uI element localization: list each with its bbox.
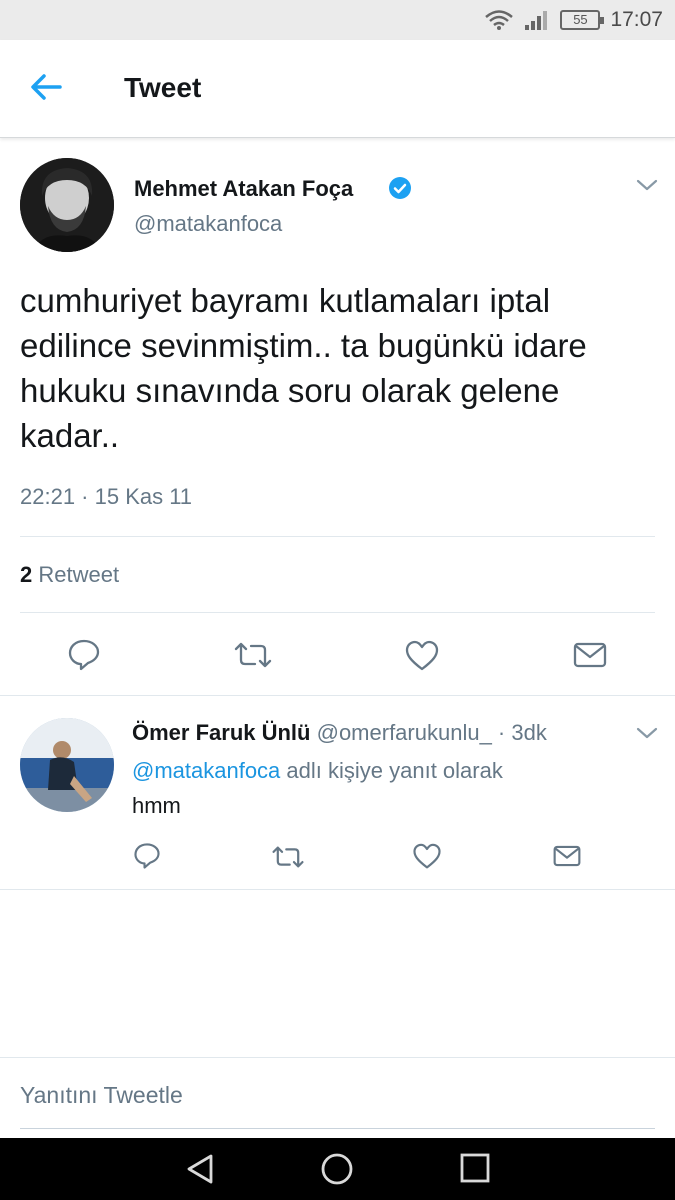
reply-text: hmm	[132, 793, 181, 818]
chevron-down-icon[interactable]	[636, 726, 658, 740]
reply-compose-input[interactable]: Yanıtını Tweetle	[20, 1082, 654, 1109]
reply-mention-link[interactable]: @matakanfoca	[132, 758, 280, 783]
reply-icon[interactable]	[133, 842, 161, 870]
retweet-count-row[interactable]: 2 Retweet	[20, 562, 119, 588]
reply-context: @matakanfoca adlı kişiye yanıt olarak	[132, 758, 503, 784]
divider	[20, 536, 655, 537]
battery-level: 55	[573, 12, 588, 27]
avatar-photo-icon	[20, 158, 114, 252]
arrow-left-icon	[31, 74, 62, 100]
reply-header: Ömer Faruk Ünlü @omerfarukunlu_ · 3dk	[132, 720, 547, 746]
message-icon[interactable]	[553, 845, 581, 867]
home-circle-icon[interactable]	[320, 1152, 354, 1186]
divider	[0, 1057, 675, 1058]
like-icon[interactable]	[412, 843, 442, 870]
author-avatar[interactable]	[20, 158, 114, 252]
retweet-label: Retweet	[38, 562, 120, 587]
retweet-icon[interactable]	[271, 844, 305, 870]
status-time: 17:07	[610, 8, 663, 31]
verified-badge-icon	[389, 177, 411, 199]
author-handle[interactable]: @matakanfoca	[134, 211, 282, 237]
reply-icon[interactable]	[67, 638, 101, 672]
reply-avatar[interactable]	[20, 718, 114, 812]
chevron-down-icon[interactable]	[636, 178, 658, 192]
divider	[0, 695, 675, 696]
page-title: Tweet	[124, 72, 202, 103]
reply-context-text: adlı kişiye yanıt olarak	[286, 758, 503, 783]
signal-icon	[525, 11, 548, 30]
retweet-icon[interactable]	[233, 640, 273, 670]
top-header: Tweet	[0, 40, 675, 138]
battery-icon: 55	[560, 10, 605, 30]
reply-meta: @omerfarukunlu_ · 3dk	[316, 720, 547, 745]
retweet-count: 2	[20, 562, 33, 587]
back-triangle-icon[interactable]	[183, 1152, 217, 1186]
tweet-timestamp: 22:21 · 15 Kas 11	[20, 484, 193, 509]
reply-author-name[interactable]: Ömer Faruk Ünlü	[132, 720, 310, 745]
like-icon[interactable]	[404, 640, 440, 672]
tweet-text: cumhuriyet bayramı kutlamaları iptal edi…	[20, 282, 587, 454]
divider	[0, 889, 675, 890]
input-underline	[20, 1128, 655, 1129]
recents-square-icon[interactable]	[459, 1152, 491, 1184]
message-icon[interactable]	[573, 642, 607, 668]
navigation-bar	[0, 1138, 675, 1200]
back-button[interactable]	[28, 72, 68, 108]
wifi-icon	[485, 10, 514, 30]
status-bar: 55 17:07	[0, 0, 675, 40]
avatar-photo-icon	[20, 718, 114, 812]
author-name[interactable]: Mehmet Atakan Foça	[134, 176, 353, 202]
divider	[20, 612, 655, 613]
